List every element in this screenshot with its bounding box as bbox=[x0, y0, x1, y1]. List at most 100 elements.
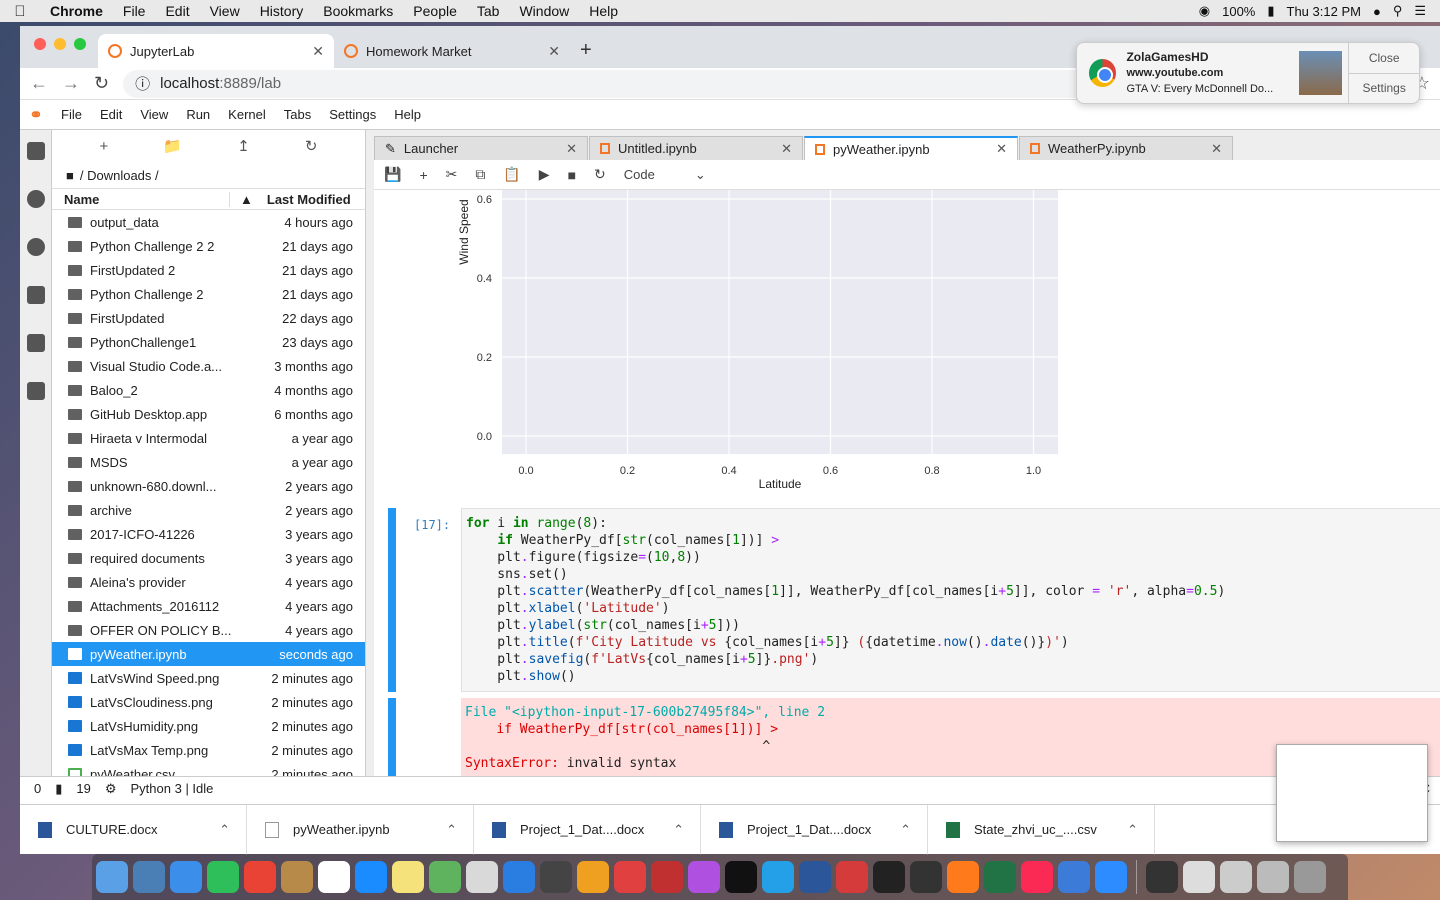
doc-tab-weatherpy[interactable]: WeatherPy.ipynb ✕ bbox=[1019, 136, 1233, 160]
download-item[interactable]: State_zhvi_uc_....csv ⌃ bbox=[928, 804, 1155, 855]
dock-app-icon[interactable] bbox=[762, 861, 794, 893]
dock-app-icon[interactable] bbox=[207, 861, 239, 893]
info-icon[interactable]: ⓘ bbox=[135, 73, 150, 94]
chevron-up-icon[interactable]: ⌃ bbox=[1127, 822, 1138, 838]
breadcrumb-path[interactable]: / Downloads / bbox=[80, 168, 159, 183]
kernel-status[interactable]: Python 3 | Idle bbox=[131, 781, 214, 796]
dock-app-icon[interactable] bbox=[540, 861, 572, 893]
wrench-icon[interactable] bbox=[26, 286, 45, 304]
file-row[interactable]: required documents 3 years ago bbox=[52, 546, 365, 570]
file-row[interactable]: LatVsWind Speed.png 2 minutes ago bbox=[52, 666, 365, 690]
code-cell[interactable]: [17]: for i in range(8): if WeatherPy_df… bbox=[388, 508, 1440, 692]
doc-tab-launcher[interactable]: ✎ Launcher ✕ bbox=[374, 136, 588, 160]
dock-app-icon[interactable] bbox=[96, 861, 128, 893]
spotlight-icon[interactable]: ⚲ bbox=[1393, 3, 1403, 19]
file-row[interactable]: output_data 4 hours ago bbox=[52, 210, 365, 234]
tabs-icon[interactable] bbox=[26, 334, 45, 352]
dock-app-icon[interactable] bbox=[1095, 861, 1127, 893]
file-row[interactable]: LatVsCloudiness.png 2 minutes ago bbox=[52, 690, 365, 714]
copy-icon[interactable]: ⧉ bbox=[475, 166, 485, 183]
dock-app-icon[interactable] bbox=[170, 861, 202, 893]
file-row[interactable]: FirstUpdated 22 days ago bbox=[52, 306, 365, 330]
file-row[interactable]: GitHub Desktop.app 6 months ago bbox=[52, 402, 365, 426]
chrome-notification[interactable]: ZolaGamesHD www.youtube.com GTA V: Every… bbox=[1076, 42, 1420, 104]
notification-close-button[interactable]: Close bbox=[1349, 43, 1419, 74]
dock-app-icon[interactable] bbox=[318, 861, 350, 893]
dock-minimized-window-icon[interactable] bbox=[1257, 861, 1289, 893]
file-row[interactable]: PythonChallenge1 23 days ago bbox=[52, 330, 365, 354]
dock-app-icon[interactable] bbox=[910, 861, 942, 893]
file-row[interactable]: archive 2 years ago bbox=[52, 498, 365, 522]
cut-icon[interactable]: ✂ bbox=[446, 166, 458, 183]
jupyter-menu-view[interactable]: View bbox=[131, 107, 177, 122]
dock-app-icon[interactable] bbox=[947, 861, 979, 893]
dock-minimized-window-icon[interactable] bbox=[1183, 861, 1215, 893]
chrome-tab-jupyterlab[interactable]: JupyterLab ✕ bbox=[98, 34, 334, 68]
screenshot-preview-thumbnail[interactable] bbox=[1276, 744, 1428, 842]
maximize-window-icon[interactable] bbox=[74, 38, 86, 50]
dock-app-icon[interactable] bbox=[466, 861, 498, 893]
close-tab-icon[interactable]: ✕ bbox=[566, 141, 577, 157]
extension-puzzle-icon[interactable] bbox=[26, 382, 45, 400]
dock-minimized-window-icon[interactable] bbox=[1294, 861, 1326, 893]
dock-app-icon[interactable] bbox=[392, 861, 424, 893]
home-folder-icon[interactable]: ■ bbox=[66, 168, 74, 183]
restart-icon[interactable]: ↻ bbox=[594, 166, 606, 183]
chevron-up-icon[interactable]: ⌃ bbox=[446, 822, 457, 838]
new-tab-button[interactable]: + bbox=[570, 39, 602, 68]
close-tab-icon[interactable]: ✕ bbox=[312, 43, 324, 60]
chevron-up-icon[interactable]: ⌃ bbox=[219, 822, 230, 838]
jupyter-menu-tabs[interactable]: Tabs bbox=[275, 107, 320, 122]
battery-icon[interactable]: ▮ bbox=[1267, 3, 1274, 19]
menu-history[interactable]: History bbox=[250, 3, 314, 19]
jupyter-menu-kernel[interactable]: Kernel bbox=[219, 107, 275, 122]
close-tab-icon[interactable]: ✕ bbox=[548, 43, 560, 60]
dock-app-icon[interactable] bbox=[577, 861, 609, 893]
clock[interactable]: Thu 3:12 PM bbox=[1287, 4, 1361, 19]
download-item[interactable]: CULTURE.docx ⌃ bbox=[20, 804, 247, 855]
status-right-count[interactable]: 19 bbox=[76, 781, 90, 796]
refresh-icon[interactable]: ↻ bbox=[305, 137, 318, 155]
cell-type-select[interactable]: Code ⌄ bbox=[624, 167, 706, 183]
paste-icon[interactable]: 📋 bbox=[503, 166, 520, 183]
dock-app-icon[interactable] bbox=[1021, 861, 1053, 893]
reload-icon[interactable]: ↻ bbox=[94, 73, 109, 94]
dock-app-icon[interactable] bbox=[984, 861, 1016, 893]
user-icon[interactable]: ● bbox=[1373, 4, 1381, 19]
notification-settings-button[interactable]: Settings bbox=[1349, 74, 1419, 104]
forward-icon[interactable]: → bbox=[62, 73, 80, 94]
jupyter-menu-edit[interactable]: Edit bbox=[91, 107, 131, 122]
jupyter-menu-settings[interactable]: Settings bbox=[320, 107, 385, 122]
chrome-tab-homework-market[interactable]: Homework Market ✕ bbox=[334, 34, 570, 68]
dock-app-icon[interactable] bbox=[503, 861, 535, 893]
running-sessions-icon[interactable] bbox=[26, 190, 45, 208]
file-row[interactable]: Attachments_2016112 4 years ago bbox=[52, 594, 365, 618]
doc-tab-untitled[interactable]: Untitled.ipynb ✕ bbox=[589, 136, 803, 160]
file-row[interactable]: Aleina's provider 4 years ago bbox=[52, 570, 365, 594]
menu-bookmarks[interactable]: Bookmarks bbox=[313, 3, 403, 19]
status-left-count[interactable]: 0 bbox=[34, 781, 41, 796]
run-icon[interactable]: ▶ bbox=[539, 166, 550, 183]
column-last-modified[interactable]: ▲ Last Modified bbox=[229, 191, 365, 207]
apple-icon[interactable]:  bbox=[0, 3, 40, 20]
stop-icon[interactable]: ■ bbox=[568, 167, 576, 183]
dock-app-icon[interactable] bbox=[688, 861, 720, 893]
notification-center-icon[interactable]: ☰ bbox=[1414, 3, 1426, 19]
download-item[interactable]: pyWeather.ipynb ⌃ bbox=[247, 804, 474, 855]
download-item[interactable]: Project_1_Dat....docx ⌃ bbox=[474, 804, 701, 855]
file-row[interactable]: LatVsMax Temp.png 2 minutes ago bbox=[52, 738, 365, 762]
folder-icon[interactable] bbox=[26, 142, 45, 160]
file-row[interactable]: pyWeather.csv 2 minutes ago bbox=[52, 762, 365, 776]
code-editor[interactable]: for i in range(8): if WeatherPy_df[str(c… bbox=[461, 508, 1440, 692]
menu-window[interactable]: Window bbox=[509, 3, 579, 19]
file-row[interactable]: Baloo_2 4 months ago bbox=[52, 378, 365, 402]
dock-app-icon[interactable] bbox=[799, 861, 831, 893]
menu-view[interactable]: View bbox=[200, 3, 250, 19]
file-row[interactable]: Python Challenge 2 2 21 days ago bbox=[52, 234, 365, 258]
save-icon[interactable]: 💾 bbox=[384, 166, 401, 183]
jupyter-menu-file[interactable]: File bbox=[52, 107, 91, 122]
new-folder-icon[interactable]: 📁 bbox=[163, 137, 182, 155]
dock-app-icon[interactable] bbox=[873, 861, 905, 893]
menu-edit[interactable]: Edit bbox=[155, 3, 199, 19]
close-window-icon[interactable] bbox=[34, 38, 46, 50]
